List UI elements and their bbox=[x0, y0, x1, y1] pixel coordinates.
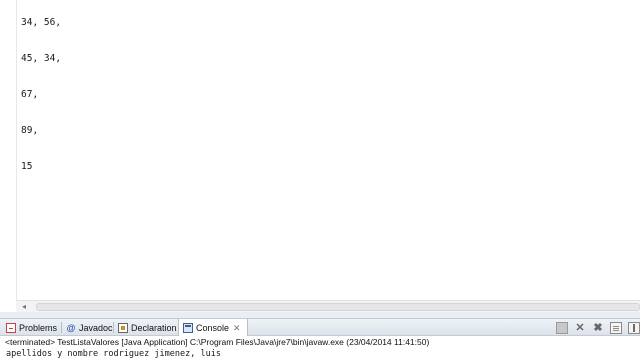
chevron-left-icon[interactable]: ◂ bbox=[22, 302, 26, 312]
tab-label: Problems bbox=[19, 322, 58, 333]
tab-console[interactable]: Console ✕ bbox=[178, 319, 248, 337]
console-output[interactable]: apellidos y nombre rodriguez jimenez, lu… bbox=[0, 348, 640, 360]
scrollbar-thumb[interactable] bbox=[36, 303, 640, 311]
code-line: 67, bbox=[21, 89, 39, 100]
code-line: 34, 56, bbox=[21, 17, 62, 28]
tab-label: Javadoc bbox=[79, 322, 113, 333]
tab-javadoc[interactable]: @ Javadoc bbox=[62, 319, 113, 336]
tab-problems[interactable]: Problems bbox=[2, 319, 57, 336]
remove-all-icon[interactable]: ✖ bbox=[592, 322, 604, 334]
view-tab-bar: Problems @ Javadoc Declaration Console ✕… bbox=[0, 318, 640, 337]
tab-label: Console bbox=[196, 323, 230, 333]
console-status: <terminated> TestListaValores [Java Appl… bbox=[0, 336, 640, 348]
clear-console-icon[interactable] bbox=[610, 321, 622, 334]
remove-launch-icon[interactable]: ✕ bbox=[574, 322, 586, 334]
code-line: 15 bbox=[21, 161, 33, 172]
horizontal-scrollbar[interactable]: ◂ bbox=[16, 300, 640, 312]
problems-icon bbox=[6, 322, 16, 333]
tab-declaration[interactable]: Declaration bbox=[114, 319, 177, 336]
code-line: 89, bbox=[21, 125, 39, 136]
stop-icon[interactable] bbox=[556, 321, 568, 334]
editor-ruler-divider bbox=[16, 0, 17, 300]
console-toolbar: ✕ ✖ bbox=[550, 319, 640, 336]
code-line: 45, 34, bbox=[21, 53, 62, 64]
code-text[interactable]: 34, 56, 45, 34, 67, 89, 15 bbox=[21, 0, 61, 197]
declaration-icon bbox=[118, 322, 128, 333]
close-icon[interactable]: ✕ bbox=[233, 323, 241, 334]
scroll-lock-icon[interactable] bbox=[628, 321, 640, 334]
tab-label: Declaration bbox=[131, 322, 177, 333]
editor-ruler bbox=[0, 0, 16, 300]
console-icon bbox=[183, 323, 193, 333]
code-editor[interactable]: 34, 56, 45, 34, 67, 89, 15 bbox=[0, 0, 640, 300]
javadoc-icon: @ bbox=[66, 322, 76, 333]
